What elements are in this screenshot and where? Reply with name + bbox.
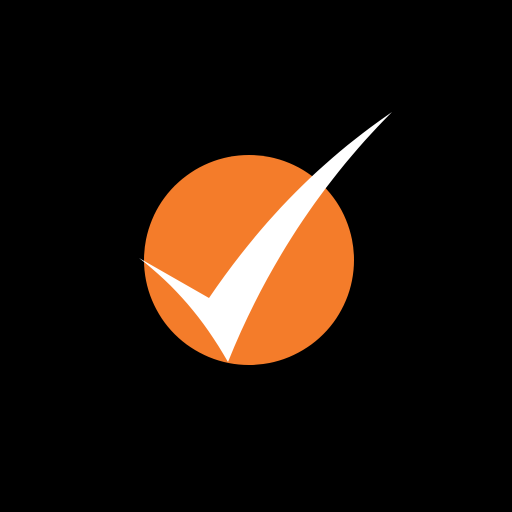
- app-icon-canvas: [0, 0, 512, 512]
- checkmark-logo-icon: [139, 112, 392, 365]
